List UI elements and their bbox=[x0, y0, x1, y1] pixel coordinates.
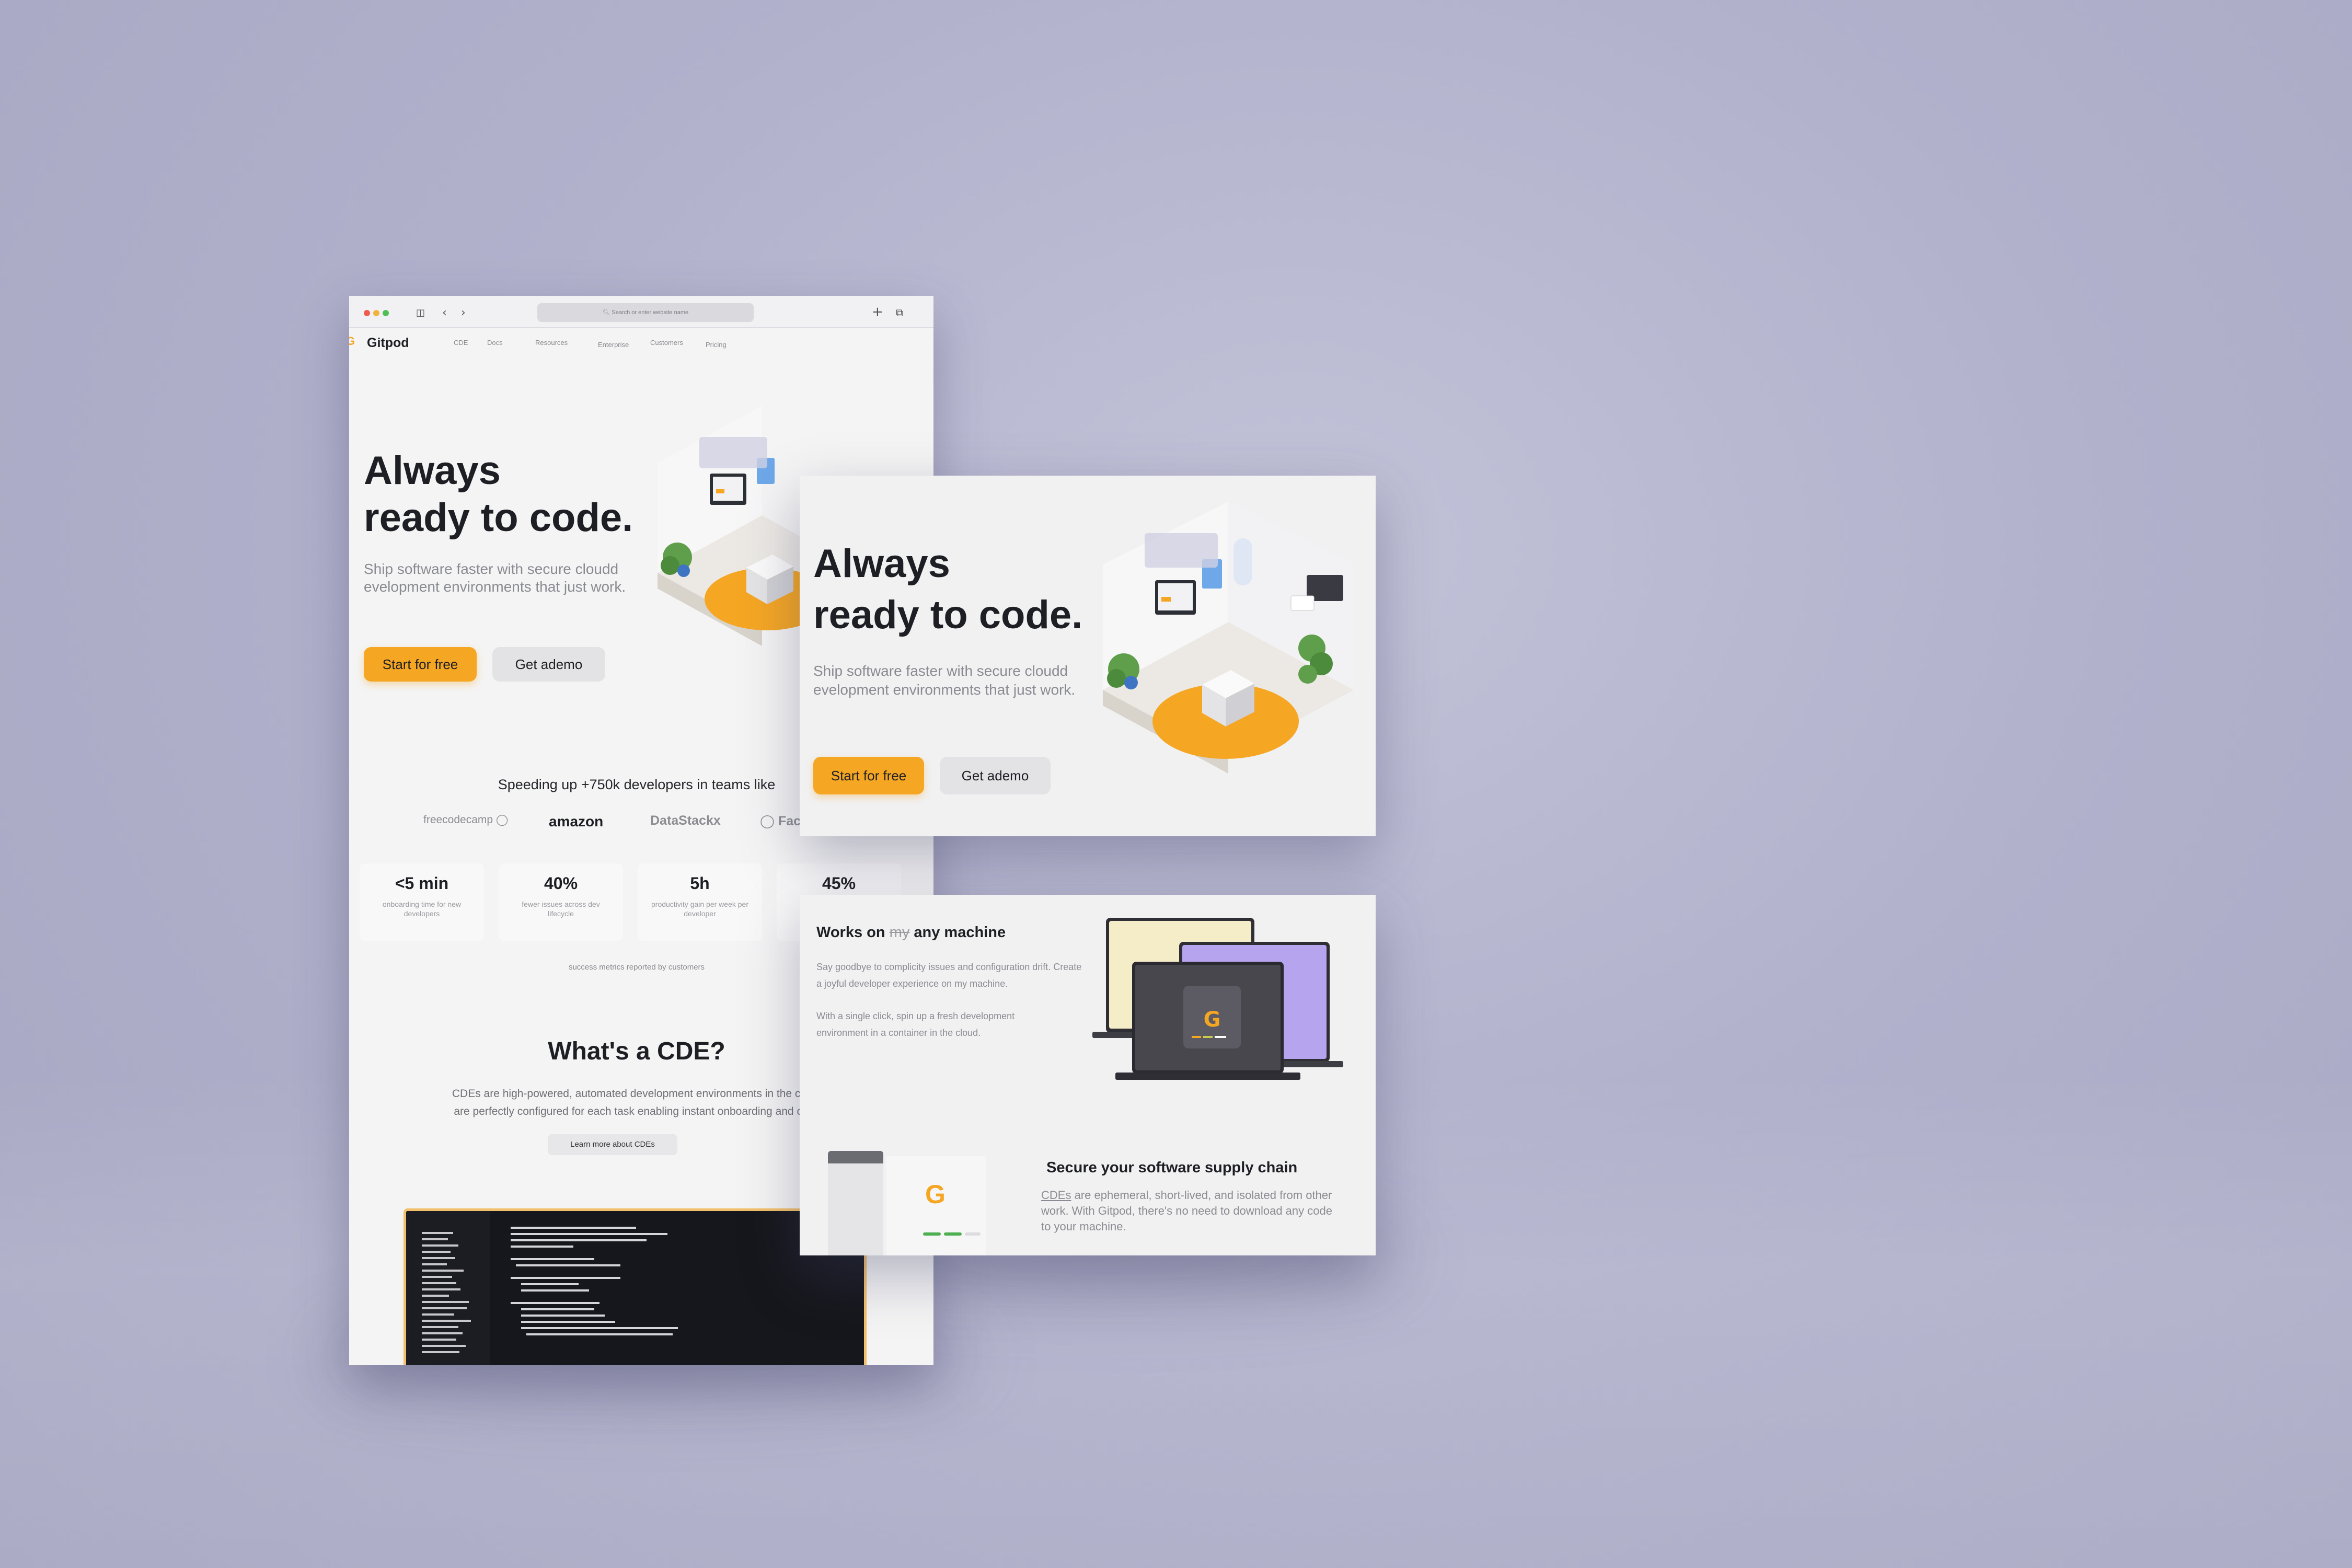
hero-title: Always ready to code. bbox=[364, 447, 633, 541]
hero-card-subtitle: Ship software faster with secure cloudd … bbox=[813, 663, 1076, 698]
address-bar[interactable]: 🔍︎ Search or enter website name bbox=[537, 303, 754, 322]
sidebar-icon[interactable]: ◫ bbox=[416, 307, 425, 318]
progress-bar-track bbox=[965, 1232, 981, 1236]
logo-datastackx: DataStackx bbox=[650, 813, 721, 828]
hero-card-start-button[interactable]: Start for free bbox=[813, 757, 924, 794]
zoom-window-button[interactable] bbox=[383, 310, 389, 316]
metric-card: 40% fewer issues across dev lifecycle bbox=[499, 863, 623, 941]
flame-icon: ◯ bbox=[495, 814, 509, 826]
works-on-machine-title: Works on my any machine bbox=[816, 924, 1006, 941]
address-placeholder: Search or enter website name bbox=[612, 309, 689, 316]
secure-card-mock-header bbox=[828, 1151, 883, 1163]
hero-title-line1: Always bbox=[364, 448, 501, 493]
nav-link-resources[interactable]: Resources bbox=[535, 339, 568, 347]
chevron-left-icon[interactable]: ‹ bbox=[442, 306, 447, 319]
metric-label: fewer issues across dev lifecycle bbox=[522, 900, 600, 918]
progress-bar bbox=[944, 1232, 962, 1236]
features-card: Works on my any machine Say goodbye to c… bbox=[800, 895, 1376, 1255]
metric-label: onboarding time for new developers bbox=[382, 900, 462, 918]
secure-supply-chain-body: CDEs are ephemeral, short-lived, and iso… bbox=[1041, 1187, 1334, 1235]
nav-link-enterprise[interactable]: Enterprise bbox=[598, 341, 629, 349]
works-on-para2: With a single click, spin up a fresh dev… bbox=[816, 1011, 1015, 1038]
minimize-window-button[interactable] bbox=[373, 310, 379, 316]
learn-more-button[interactable]: Learn more about CDEs bbox=[548, 1134, 677, 1155]
nav-link-pricing[interactable]: Pricing bbox=[706, 341, 727, 349]
brand-name[interactable]: Gitpod bbox=[367, 336, 409, 351]
close-window-button[interactable] bbox=[364, 310, 370, 316]
metric-value: 45% bbox=[822, 874, 856, 893]
secure-supply-chain-title: Secure your software supply chain bbox=[1046, 1159, 1298, 1176]
logo-amazon: amazon bbox=[549, 813, 604, 829]
metric-card: 5h productivity gain per week per develo… bbox=[638, 863, 762, 941]
code-lines-graphic bbox=[406, 1211, 678, 1365]
secure-body-text: are ephemeral, short-lived, and isolated… bbox=[1041, 1189, 1332, 1233]
nav-link-cde[interactable]: CDE bbox=[454, 339, 468, 347]
chevron-right-icon[interactable]: › bbox=[461, 306, 466, 319]
svg-text:G: G bbox=[1204, 1008, 1221, 1032]
metric-value: 40% bbox=[544, 874, 578, 893]
hero-card-title: Always ready to code. bbox=[813, 538, 1082, 641]
works-on-title-prefix: Works on bbox=[816, 924, 885, 941]
code-editor-preview bbox=[403, 1208, 867, 1365]
logo-freecodecamp: freecodecamp ◯ bbox=[423, 813, 508, 826]
tabs-icon[interactable]: ⧉ bbox=[896, 306, 903, 319]
hero-card-illustration bbox=[1103, 502, 1354, 774]
site-nav: G Gitpod CDE Docs Resources Enterprise C… bbox=[349, 328, 933, 358]
plus-icon[interactable]: + bbox=[872, 304, 883, 320]
gitpod-tile: G bbox=[886, 1156, 986, 1255]
laptops-illustration: G bbox=[1092, 918, 1343, 1080]
works-on-para1: Say goodbye to complicity issues and con… bbox=[816, 962, 1082, 989]
hero-subtitle: Ship software faster with secure cloudd … bbox=[364, 561, 626, 595]
metric-label: productivity gain per week per developer bbox=[651, 900, 748, 918]
hero-card-title-line1: Always bbox=[813, 541, 950, 586]
secure-card-mock bbox=[828, 1151, 883, 1255]
logo-partial-text: Fac bbox=[778, 814, 801, 828]
metric-value: 5h bbox=[690, 874, 710, 893]
nav-link-docs[interactable]: Docs bbox=[487, 339, 503, 347]
start-for-free-button[interactable]: Start for free bbox=[364, 647, 477, 682]
hero-card: Always ready to code. Ship software fast… bbox=[800, 476, 1376, 836]
progress-bar bbox=[923, 1232, 941, 1236]
metric-card: <5 min onboarding time for new developer… bbox=[360, 863, 484, 941]
hero-card-demo-button[interactable]: Get ademo bbox=[940, 757, 1051, 794]
logo-partial: ◯ Fac bbox=[760, 814, 801, 828]
gitpod-logo-icon[interactable]: G bbox=[349, 335, 355, 348]
gitpod-logo-icon: G bbox=[925, 1180, 946, 1209]
metric-value: <5 min bbox=[395, 874, 449, 893]
cde-link[interactable]: CDEs bbox=[1041, 1189, 1071, 1202]
works-on-title-strike: my bbox=[889, 924, 910, 941]
hero-title-line2: ready to code. bbox=[364, 495, 633, 540]
get-demo-button[interactable]: Get ademo bbox=[492, 647, 605, 682]
works-on-title-suffix: any machine bbox=[914, 924, 1006, 941]
hero-card-title-line2: ready to code. bbox=[813, 593, 1083, 637]
search-icon: 🔍︎ bbox=[602, 309, 612, 316]
logo-freecodecamp-text: freecodecamp bbox=[423, 814, 493, 826]
nav-link-customers[interactable]: Customers bbox=[650, 339, 683, 347]
browser-toolbar: ◫ ‹ › 🔍︎ Search or enter website name + … bbox=[349, 296, 933, 328]
